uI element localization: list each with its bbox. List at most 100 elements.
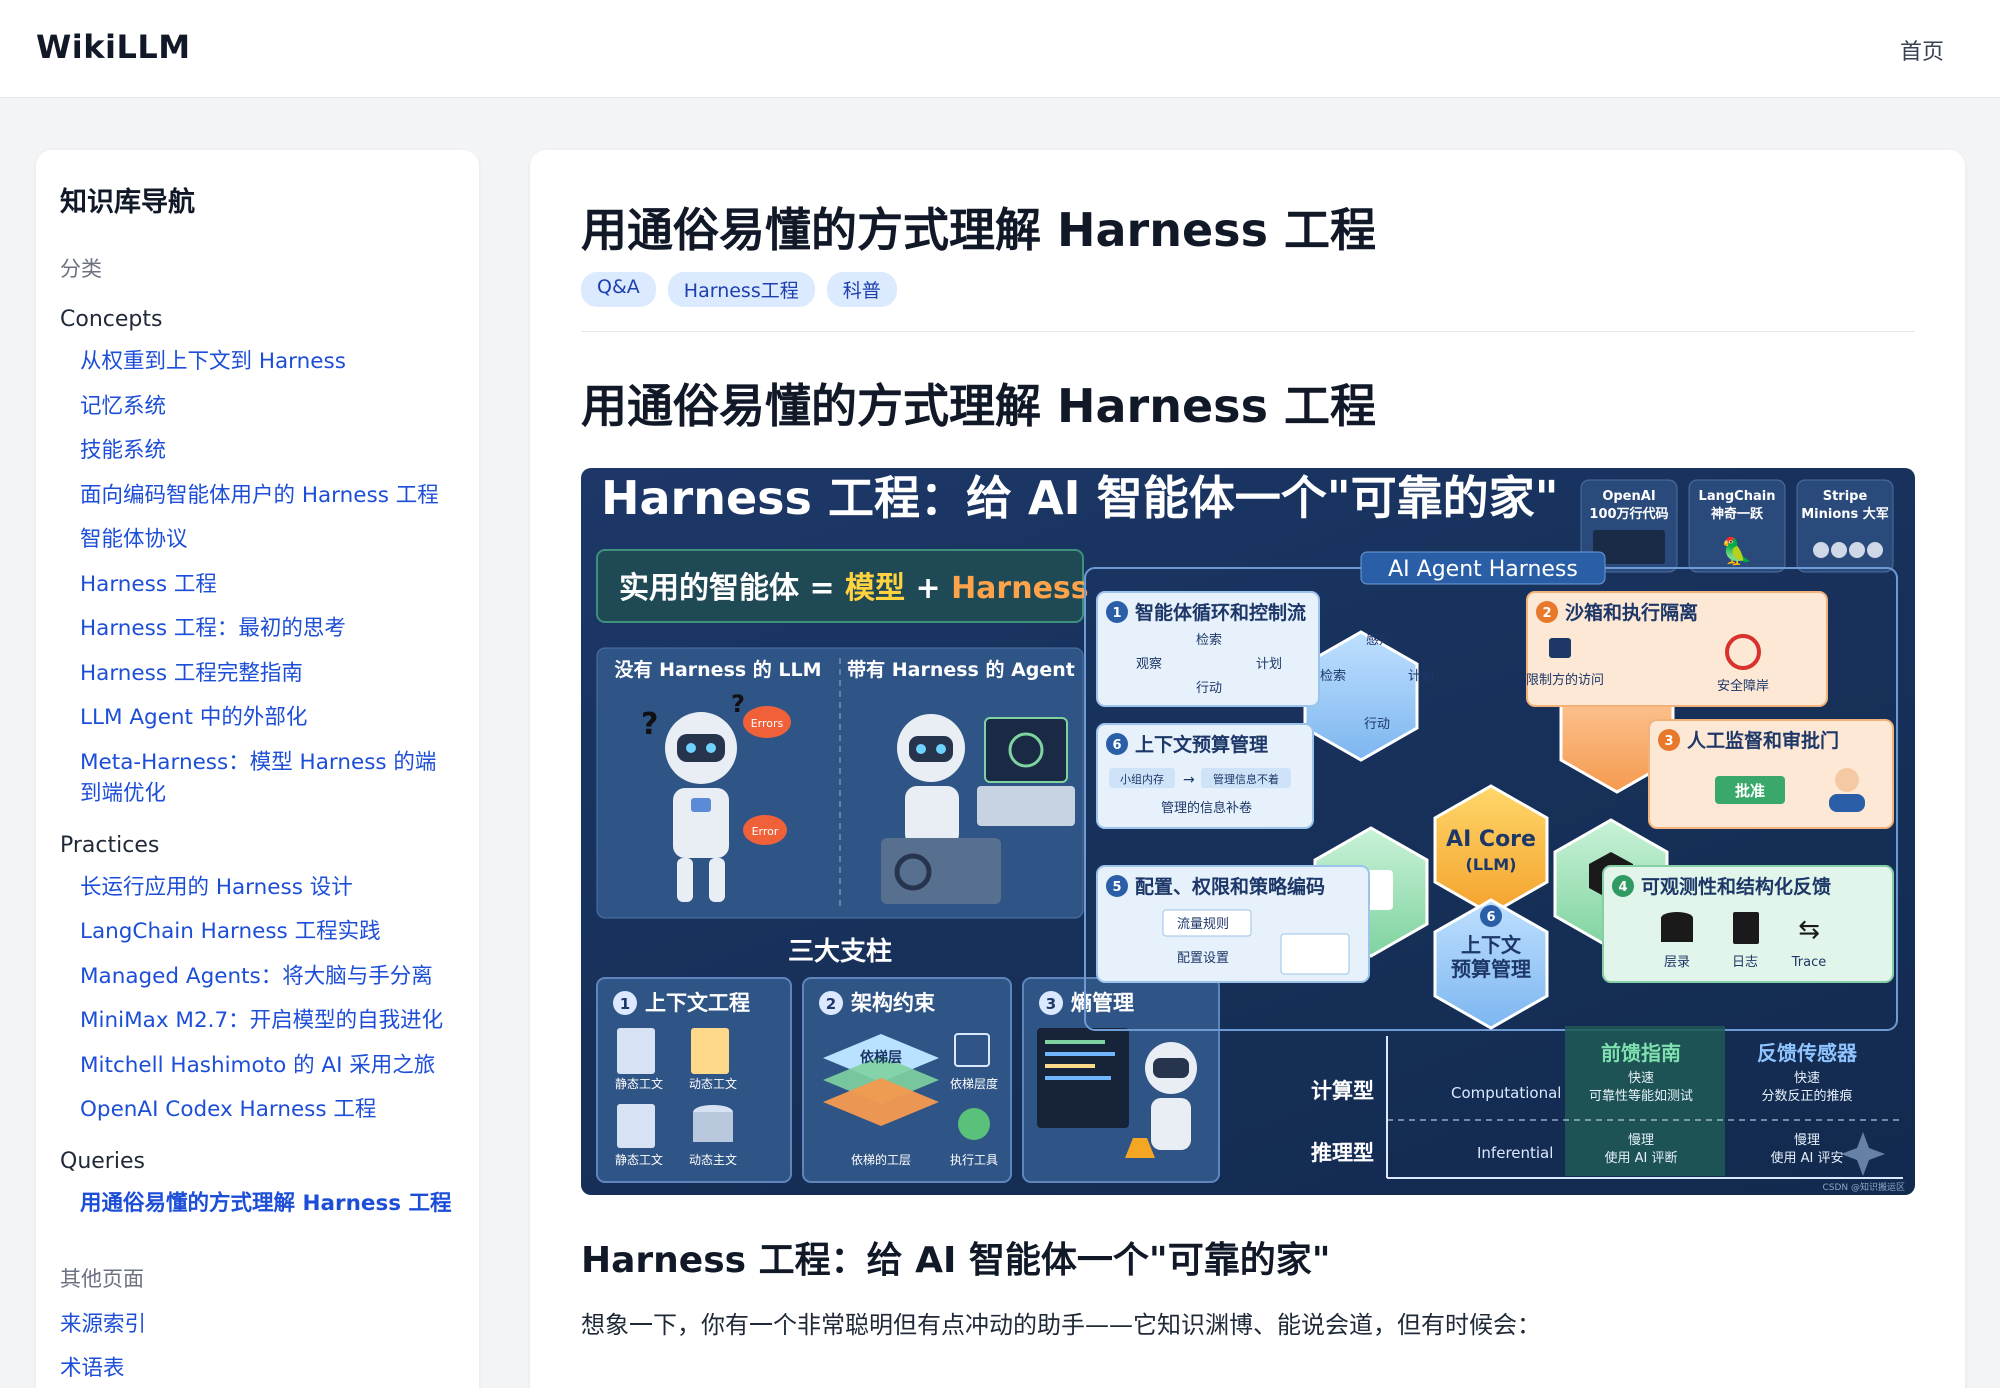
pillar-num: 3 bbox=[1046, 995, 1056, 1013]
sidebar-item[interactable]: 从权重到上下文到 Harness bbox=[60, 346, 455, 377]
pillar-item: 执行工具 bbox=[950, 1153, 998, 1167]
module-title: 可观测性和结构化反馈 bbox=[1641, 875, 1831, 898]
hex-item: 检索 bbox=[1320, 669, 1346, 684]
sidebar-item[interactable]: 长运行应用的 Harness 设计 bbox=[60, 872, 455, 903]
badge-line: OpenAI bbox=[1602, 489, 1655, 504]
sidebar-item[interactable]: LangChain Harness 工程实践 bbox=[60, 916, 455, 947]
sidebar-item-sources[interactable]: 来源索引 bbox=[60, 1309, 455, 1340]
badge-line: 神奇一跃 bbox=[1711, 506, 1764, 522]
module-loop: 1 智能体循环和控制流 检索 计划 行动 观察 bbox=[1096, 591, 1320, 707]
matrix-cell: 使用 AI 评断 bbox=[1605, 1150, 1678, 1166]
approve-label: 批准 bbox=[1735, 782, 1765, 800]
pillar-item: 动态主文 bbox=[689, 1152, 737, 1167]
info-title: Harness 工程：给 AI 智能体一个"可靠的家" bbox=[601, 471, 1559, 525]
sidebar-item[interactable]: Harness 工程 bbox=[60, 569, 455, 600]
sidebar-title: 知识库导航 bbox=[60, 187, 195, 218]
ai-core-label: AI Core bbox=[1446, 827, 1536, 852]
formula-box: 实用的智能体 = 模型 + Harness bbox=[596, 549, 1089, 623]
log-icon bbox=[1733, 912, 1759, 944]
module-title: 上下文预算管理 bbox=[1135, 733, 1268, 756]
matrix-cell: 慢理 bbox=[1628, 1132, 1654, 1148]
matrix-cell: 分数反正的推痕 bbox=[1761, 1088, 1852, 1104]
sidebar-item[interactable]: 智能体协议 bbox=[60, 524, 455, 555]
feedback-matrix: 前馈指南 反馈传感器 计算型 推理型 Computational Inferen… bbox=[1311, 1026, 1903, 1179]
pillar-title: 上下文工程 bbox=[645, 991, 750, 1015]
intro-paragraph: 想象一下，你有一个非常聪明但有点冲动的助手——它知识渊博、能说会道，但有时候会： bbox=[581, 1311, 1541, 1339]
pillar-item: 依梯的工层 bbox=[851, 1152, 911, 1167]
article-main: 用通俗易懂的方式理解 Harness 工程 Q&A Harness工程 科普 用… bbox=[530, 150, 1965, 1388]
infographic-svg: Harness 工程：给 AI 智能体一个"可靠的家" OpenAI 100万行… bbox=[596, 471, 1905, 1193]
sidebar-item-active[interactable]: 用通俗易懂的方式理解 Harness 工程 bbox=[60, 1188, 455, 1219]
module-number: 6 bbox=[1112, 738, 1121, 753]
document-icon bbox=[691, 1028, 729, 1074]
matrix-cell: 可靠性等能如测试 bbox=[1589, 1088, 1693, 1104]
module-item: 管理的信息补卷 bbox=[1161, 800, 1252, 816]
tag-popsci[interactable]: 科普 bbox=[826, 272, 897, 307]
matrix-row-header: 推理型 bbox=[1311, 1141, 1374, 1165]
lock-icon bbox=[1549, 638, 1571, 658]
module-approval: 3 人工监督和审批门 批准 bbox=[1648, 719, 1894, 829]
sidebar-item[interactable]: 记忆系统 bbox=[60, 391, 455, 422]
module-config: 5 配置、权限和策略编码 流量规则 配置设置 bbox=[1096, 865, 1370, 983]
badge-line: 100万行代码 bbox=[1589, 506, 1668, 522]
pillar-item: 依梯层度 bbox=[950, 1076, 998, 1091]
arrow-right-icon: → bbox=[1183, 772, 1195, 788]
tag-qa[interactable]: Q&A bbox=[581, 272, 656, 307]
module-number: 4 bbox=[1618, 880, 1627, 895]
pillar-context: 1 上下文工程 静态工文 动态工文 静态工文 动态主文 bbox=[596, 977, 792, 1183]
sidebar-item-glossary[interactable]: 术语表 bbox=[60, 1353, 455, 1384]
module-number: 5 bbox=[1112, 880, 1121, 895]
sidebar-item[interactable]: OpenAI Codex Harness 工程 bbox=[60, 1094, 455, 1125]
matrix-col-header: 前馈指南 bbox=[1601, 1041, 1681, 1065]
compare-left-label: 没有 Harness 的 LLM bbox=[614, 658, 821, 681]
group-title-concepts: Concepts bbox=[60, 307, 163, 332]
formula-harness: Harness bbox=[951, 571, 1089, 606]
other-pages-label: 其他页面 bbox=[60, 1267, 144, 1291]
module-item: 流量规则 bbox=[1177, 917, 1229, 932]
other-pages-list: 来源索引 术语表 bbox=[60, 1309, 455, 1384]
module-item: 安全障岸 bbox=[1717, 678, 1769, 694]
hex-item: 行动 bbox=[1364, 717, 1390, 732]
sidebar-item[interactable]: Meta-Harness：模型 Harness 的端到端优化 bbox=[60, 747, 455, 809]
sidebar-item[interactable]: Harness 工程：最初的思考 bbox=[60, 613, 455, 644]
matrix-cell: 快速 bbox=[1628, 1071, 1654, 1086]
sidebar-item[interactable]: 面向编码智能体用户的 Harness 工程 bbox=[60, 480, 455, 511]
matrix-col-header: 反馈传感器 bbox=[1757, 1041, 1858, 1065]
practices-list: 长运行应用的 Harness 设计 LangChain Harness 工程实践… bbox=[60, 872, 455, 1126]
module-title: 沙箱和执行隔离 bbox=[1565, 601, 1698, 624]
pillar-title: 架构约束 bbox=[851, 991, 936, 1015]
sidebar-item[interactable]: LLM Agent 中的外部化 bbox=[60, 702, 455, 733]
module-title: 智能体循环和控制流 bbox=[1135, 601, 1306, 624]
sidebar-item[interactable]: Mitchell Hashimoto 的 AI 采用之旅 bbox=[60, 1050, 455, 1081]
sidebar-item[interactable]: MiniMax M2.7：开启模型的自我进化 bbox=[60, 1005, 455, 1036]
group-title-queries: Queries bbox=[60, 1149, 145, 1174]
harness-infographic: Harness 工程：给 AI 智能体一个"可靠的家" OpenAI 100万行… bbox=[581, 468, 1915, 1195]
sidebar-item[interactable]: 技能系统 bbox=[60, 435, 455, 466]
nav-home-link[interactable]: 首页 bbox=[1900, 34, 1944, 66]
page-title: 用通俗易懂的方式理解 Harness 工程 bbox=[581, 203, 1376, 257]
module-item: Trace bbox=[1791, 955, 1827, 970]
svg-text:实用的智能体 = 模型 + Harness: 实用的智能体 = 模型 + Harness bbox=[619, 571, 1089, 606]
matrix-row-label: Computational bbox=[1451, 1084, 1561, 1102]
hex-title: 上下文 bbox=[1461, 933, 1522, 957]
sidebar-item[interactable]: Managed Agents：将大脑与手分离 bbox=[60, 961, 455, 992]
sparkle-icon bbox=[1841, 1132, 1885, 1176]
title-divider bbox=[581, 331, 1915, 332]
tag-harness[interactable]: Harness工程 bbox=[667, 272, 815, 307]
matrix-row-label: Inferential bbox=[1477, 1144, 1553, 1162]
hex-item: 计划 bbox=[1408, 669, 1434, 684]
module-item: 日志 bbox=[1732, 955, 1758, 970]
pillar-num: 2 bbox=[826, 995, 836, 1013]
top-nav-bar: WikiLLM 首页 bbox=[0, 0, 2000, 98]
module-number: 3 bbox=[1664, 734, 1673, 749]
sidebar-item[interactable]: Harness 工程完整指南 bbox=[60, 658, 455, 689]
matrix-cell: 使用 AI 评安 bbox=[1771, 1150, 1844, 1166]
harness-title: AI Agent Harness bbox=[1388, 557, 1578, 582]
formula-plus: + bbox=[905, 571, 951, 606]
module-context-budget: 6 上下文预算管理 小组内存 → 管理信息不着 管理的信息补卷 bbox=[1096, 723, 1314, 829]
site-logo[interactable]: WikiLLM bbox=[36, 28, 191, 66]
article-heading: 用通俗易懂的方式理解 Harness 工程 bbox=[581, 379, 1376, 433]
error-bubble: Errors bbox=[751, 717, 784, 730]
svg-text:?: ? bbox=[641, 707, 658, 742]
module-item: 限制方的访问 bbox=[1526, 672, 1604, 688]
